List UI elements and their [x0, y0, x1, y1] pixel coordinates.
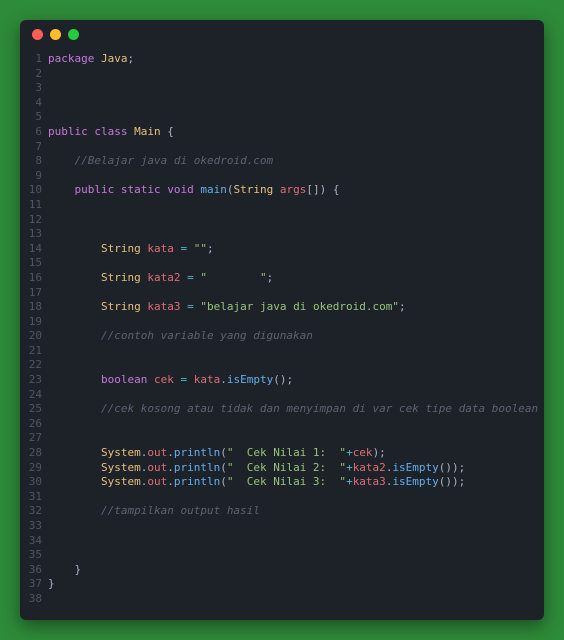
- line-number: 13: [20, 227, 42, 242]
- line-number: 33: [20, 519, 42, 534]
- code-line[interactable]: [48, 431, 544, 446]
- line-number: 15: [20, 256, 42, 271]
- line-number: 7: [20, 140, 42, 155]
- code-line[interactable]: [48, 388, 544, 403]
- code-line[interactable]: [48, 213, 544, 228]
- code-area[interactable]: package Java; public class Main { //Bela…: [48, 52, 544, 612]
- code-line[interactable]: //contoh variable yang digunakan: [48, 329, 544, 344]
- code-line[interactable]: System.out.println(" Cek Nilai 3: "+kata…: [48, 475, 544, 490]
- code-line[interactable]: [48, 358, 544, 373]
- line-number: 12: [20, 213, 42, 228]
- line-number: 6: [20, 125, 42, 140]
- line-number: 35: [20, 548, 42, 563]
- line-number: 38: [20, 592, 42, 607]
- line-number: 25: [20, 402, 42, 417]
- line-number: 28: [20, 446, 42, 461]
- line-number: 24: [20, 388, 42, 403]
- line-number: 20: [20, 329, 42, 344]
- code-line[interactable]: [48, 417, 544, 432]
- line-number: 29: [20, 461, 42, 476]
- line-number: 5: [20, 110, 42, 125]
- code-line[interactable]: [48, 592, 544, 607]
- line-number: 17: [20, 286, 42, 301]
- line-number: 1: [20, 52, 42, 67]
- titlebar: [20, 20, 544, 48]
- minimize-icon[interactable]: [50, 29, 61, 40]
- line-number: 21: [20, 344, 42, 359]
- code-line[interactable]: System.out.println(" Cek Nilai 1: "+cek)…: [48, 446, 544, 461]
- line-number: 19: [20, 315, 42, 330]
- code-line[interactable]: public static void main(String args[]) {: [48, 183, 544, 198]
- code-line[interactable]: }: [48, 563, 544, 578]
- line-number: 32: [20, 504, 42, 519]
- line-number: 3: [20, 81, 42, 96]
- close-icon[interactable]: [32, 29, 43, 40]
- code-line[interactable]: [48, 110, 544, 125]
- code-line[interactable]: //cek kosong atau tidak dan menyimpan di…: [48, 402, 544, 417]
- line-number: 14: [20, 242, 42, 257]
- line-number: 23: [20, 373, 42, 388]
- code-line[interactable]: String kata2 = " ";: [48, 271, 544, 286]
- line-number: 18: [20, 300, 42, 315]
- line-number: 9: [20, 169, 42, 184]
- line-number: 37: [20, 577, 42, 592]
- code-line[interactable]: boolean cek = kata.isEmpty();: [48, 373, 544, 388]
- code-line[interactable]: public class Main {: [48, 125, 544, 140]
- code-line[interactable]: [48, 227, 544, 242]
- line-number: 36: [20, 563, 42, 578]
- code-line[interactable]: }: [48, 577, 544, 592]
- code-line[interactable]: //Belajar java di okedroid.com: [48, 154, 544, 169]
- code-line[interactable]: [48, 256, 544, 271]
- zoom-icon[interactable]: [68, 29, 79, 40]
- code-line[interactable]: [48, 315, 544, 330]
- line-number: 8: [20, 154, 42, 169]
- code-line[interactable]: [48, 169, 544, 184]
- line-number: 2: [20, 67, 42, 82]
- editor-window: 1234567891011121314151617181920212223242…: [20, 20, 544, 620]
- code-editor[interactable]: 1234567891011121314151617181920212223242…: [20, 48, 544, 620]
- code-line[interactable]: package Java;: [48, 52, 544, 67]
- code-line[interactable]: [48, 140, 544, 155]
- code-line[interactable]: [48, 198, 544, 213]
- line-number: 16: [20, 271, 42, 286]
- code-line[interactable]: [48, 81, 544, 96]
- code-line[interactable]: [48, 286, 544, 301]
- line-number-gutter: 1234567891011121314151617181920212223242…: [20, 52, 48, 612]
- code-line[interactable]: [48, 519, 544, 534]
- line-number: 27: [20, 431, 42, 446]
- line-number: 26: [20, 417, 42, 432]
- code-line[interactable]: [48, 67, 544, 82]
- code-line[interactable]: [48, 96, 544, 111]
- line-number: 22: [20, 358, 42, 373]
- code-line[interactable]: String kata3 = "belajar java di okedroid…: [48, 300, 544, 315]
- code-line[interactable]: [48, 548, 544, 563]
- code-line[interactable]: [48, 534, 544, 549]
- code-line[interactable]: //tampilkan output hasil: [48, 504, 544, 519]
- line-number: 31: [20, 490, 42, 505]
- code-line[interactable]: [48, 344, 544, 359]
- line-number: 4: [20, 96, 42, 111]
- line-number: 11: [20, 198, 42, 213]
- code-line[interactable]: [48, 490, 544, 505]
- code-line[interactable]: System.out.println(" Cek Nilai 2: "+kata…: [48, 461, 544, 476]
- code-line[interactable]: String kata = "";: [48, 242, 544, 257]
- line-number: 30: [20, 475, 42, 490]
- line-number: 10: [20, 183, 42, 198]
- line-number: 34: [20, 534, 42, 549]
